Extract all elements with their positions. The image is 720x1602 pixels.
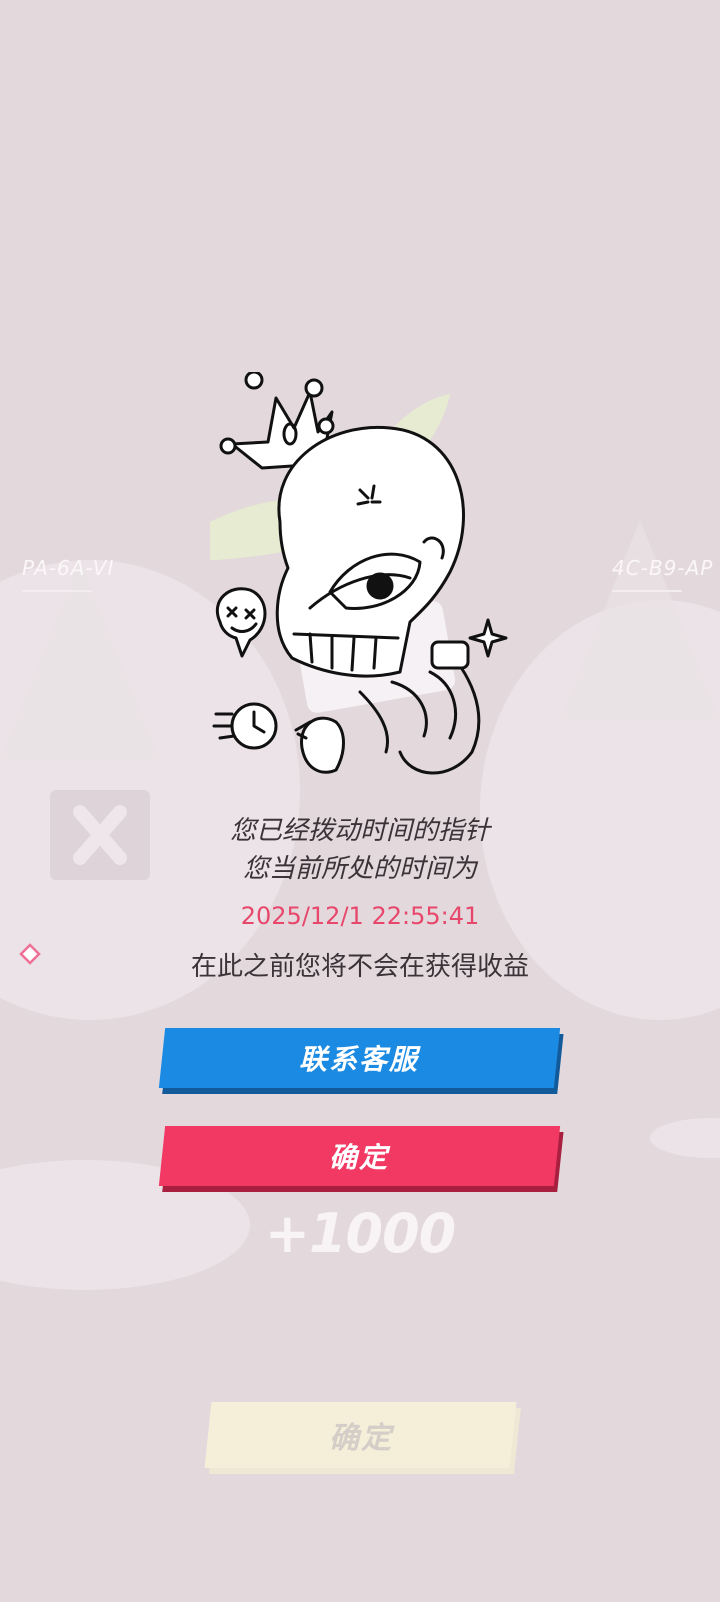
bottom-confirm-label: 确定 [328, 1421, 393, 1456]
left-stage-code: PA-6A-VI [22, 556, 115, 580]
bg-cloud [650, 1118, 720, 1158]
message-line-3: 在此之前您将不会在获得收益 [190, 952, 529, 982]
message-line-2: 您当前所处的时间为 [242, 854, 477, 884]
bg-tree [560, 520, 720, 720]
confirm-label: 确定 [329, 1141, 390, 1174]
skeleton-king-illustration [210, 372, 508, 775]
bottom-confirm-button[interactable]: 确定 [204, 1402, 517, 1468]
right-underline [612, 590, 682, 592]
left-underline [22, 590, 92, 592]
current-time-text: 2025/12/1 22:55:41 [240, 902, 480, 930]
confirm-button[interactable]: 确定 [158, 1126, 561, 1186]
contact-support-label: 联系客服 [299, 1043, 420, 1076]
right-stage-code: 4C-B9-AP [612, 556, 714, 580]
message-line-1: 您已经拨动时间的指针 [229, 816, 490, 846]
contact-support-button[interactable]: 联系客服 [158, 1028, 561, 1088]
reward-amount: +1000 [264, 1202, 457, 1265]
